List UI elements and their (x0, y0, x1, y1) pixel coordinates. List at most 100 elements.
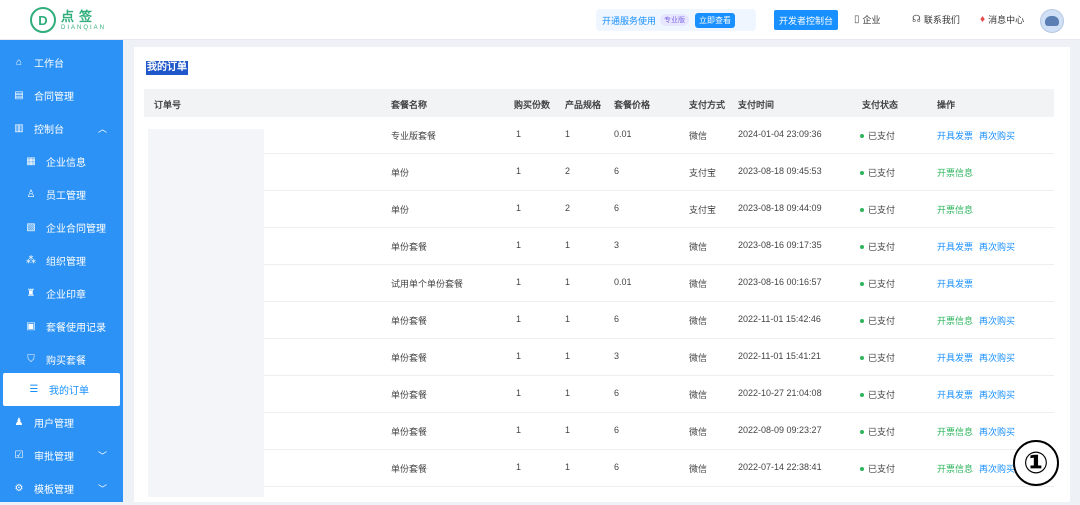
pay-method: 支付宝 (689, 205, 717, 215)
spec: 1 (565, 129, 571, 139)
issue-invoice-link[interactable]: 开具发票 (937, 131, 973, 141)
stamp-icon: ♜ (26, 288, 36, 299)
package-name: 单份套餐 (391, 316, 428, 326)
table-header: 订单号 套餐名称 购买份数 产品规格 套餐价格 支付方式 支付时间 支付状态 操… (144, 89, 1054, 117)
logo-name: 点签 (61, 8, 98, 24)
quantity: 1 (516, 277, 522, 287)
pay-time: 2022-11-01 15:41:21 (738, 351, 821, 361)
issue-invoice-link[interactable]: 开具发票 (937, 353, 973, 363)
logo[interactable]: D 点签 DIANQIAN (30, 7, 106, 33)
row-actions: 开票信息 再次购买 (937, 314, 1021, 327)
spec: 2 (565, 166, 571, 176)
invoice-info-link[interactable]: 开票信息 (937, 168, 973, 178)
sidebar-item-workbench[interactable]: ⌂ 工作台 (0, 46, 123, 79)
sidebar-item-user-management[interactable]: ♟ 用户管理 (0, 406, 123, 439)
pay-time: 2022-10-27 21:04:08 (738, 388, 822, 398)
pay-method: 微信 (689, 242, 708, 252)
sidebar-item-organization[interactable]: ⁂ 组织管理 (0, 244, 123, 277)
invoice-info-link[interactable]: 开票信息 (937, 316, 973, 326)
sidebar-item-company-info[interactable]: ▦ 企业信息 (0, 145, 123, 178)
order-icon: ☰ (29, 384, 39, 395)
status-dot-icon (860, 244, 864, 249)
buy-again-link[interactable]: 再次购买 (979, 353, 1015, 363)
invoice-info-link[interactable]: 开票信息 (937, 464, 973, 474)
pay-method: 微信 (689, 279, 708, 289)
spec: 1 (565, 351, 571, 361)
quantity: 1 (516, 351, 522, 361)
invoice-info-link[interactable]: 开票信息 (937, 427, 973, 437)
price: 0.01 (614, 129, 632, 139)
table-row: 单份套餐 1 1 6 微信 2022-10-27 21:04:08 已支付 开具… (144, 376, 1054, 413)
sidebar-item-seals[interactable]: ♜ 企业印章 (0, 277, 123, 310)
status-badge: 已支付 (860, 388, 895, 401)
quantity: 1 (516, 240, 522, 250)
headset-icon: ☊ (912, 14, 921, 25)
buy-again-link[interactable]: 再次购买 (979, 464, 1015, 474)
pay-time: 2022-08-09 09:23:27 (738, 425, 822, 435)
pay-time: 2022-07-14 22:38:41 (738, 462, 822, 472)
header-link-enterprise[interactable]: ▯ 企业 (854, 13, 881, 26)
row-actions: 开票信息 (937, 203, 979, 216)
header-link-messages[interactable]: ♦ 消息中心 (980, 13, 1024, 26)
bell-icon: ♦ (980, 14, 986, 25)
column-order-no: 订单号 (154, 100, 182, 110)
status-dot-icon (860, 466, 864, 471)
pay-method: 支付宝 (689, 168, 717, 178)
promo-badge: 专业版 (660, 14, 690, 26)
pay-method: 微信 (689, 353, 708, 363)
status-dot-icon (860, 133, 864, 138)
row-actions: 开具发票 (937, 277, 979, 290)
status-dot-icon (860, 392, 864, 397)
pay-time: 2023-08-16 09:17:35 (738, 240, 822, 250)
sidebar-item-contracts[interactable]: ▤ 合同管理 (0, 79, 123, 112)
buy-again-link[interactable]: 再次购买 (979, 427, 1015, 437)
sidebar-item-buy-package[interactable]: ⛉ 购买套餐 (0, 343, 123, 376)
pay-method: 微信 (689, 464, 708, 474)
table-row: 单份套餐 1 1 3 微信 2022-11-01 15:41:21 已支付 开具… (144, 339, 1054, 376)
quantity: 1 (516, 462, 522, 472)
status-dot-icon (860, 318, 864, 323)
status-dot-icon (860, 281, 864, 286)
sidebar-item-staff[interactable]: ♙ 员工管理 (0, 178, 123, 211)
pay-method: 微信 (689, 390, 708, 400)
spec: 2 (565, 203, 571, 213)
sidebar-item-console[interactable]: ▥ 控制台 ︿ (0, 112, 123, 145)
status-dot-icon (860, 355, 864, 360)
document-icon: ▤ (14, 90, 24, 101)
spec: 1 (565, 314, 571, 324)
header-link-contact[interactable]: ☊ 联系我们 (912, 13, 960, 26)
table-row: 单份套餐 1 1 6 微信 2022-08-09 09:23:27 已支付 开票… (144, 413, 1054, 450)
package-name: 试用单个单份套餐 (391, 279, 464, 289)
user-avatar[interactable] (1040, 9, 1064, 33)
pay-time: 2024-01-04 23:09:36 (738, 129, 822, 139)
column-pay-method: 支付方式 (689, 100, 726, 110)
sidebar-item-company-contracts[interactable]: ▧ 企业合同管理 (0, 211, 123, 244)
promo-text[interactable]: 开通服务使用 (602, 14, 656, 27)
buy-again-link[interactable]: 再次购买 (979, 390, 1015, 400)
chart-icon: ▥ (14, 123, 24, 134)
column-pay-time: 支付时间 (738, 100, 775, 110)
buy-again-link[interactable]: 再次购买 (979, 242, 1015, 252)
status-badge: 已支付 (860, 277, 895, 290)
invoice-info-link[interactable]: 开票信息 (937, 205, 973, 215)
issue-invoice-link[interactable]: 开具发票 (937, 390, 973, 400)
status-badge: 已支付 (860, 462, 895, 475)
table-row: 单份套餐 1 1 3 微信 2023-08-16 09:17:35 已支付 开具… (144, 228, 1054, 265)
sidebar-item-templates[interactable]: ⚙ 模板管理 ﹀ (0, 472, 123, 505)
price: 6 (614, 166, 620, 176)
issue-invoice-link[interactable]: 开具发票 (937, 279, 973, 289)
issue-invoice-link[interactable]: 开具发票 (937, 242, 973, 252)
package-name: 专业版套餐 (391, 131, 437, 141)
developer-console-button[interactable]: 开发者控制台 (774, 10, 838, 30)
chevron-up-icon: ︿ (97, 124, 107, 134)
approval-icon: ☑ (14, 450, 24, 461)
sidebar-item-my-orders[interactable]: ☰ 我的订单 (3, 373, 120, 406)
buy-again-link[interactable]: 再次购买 (979, 316, 1015, 326)
package-name: 单份套餐 (391, 353, 428, 363)
buy-again-link[interactable]: 再次购买 (979, 131, 1015, 141)
sidebar-item-usage-records[interactable]: ▣ 套餐使用记录 (0, 310, 123, 343)
promo-button[interactable]: 立即查看 (695, 12, 736, 28)
status-dot-icon (860, 207, 864, 212)
spec: 1 (565, 240, 571, 250)
sidebar-item-approvals[interactable]: ☑ 审批管理 ﹀ (0, 439, 123, 472)
